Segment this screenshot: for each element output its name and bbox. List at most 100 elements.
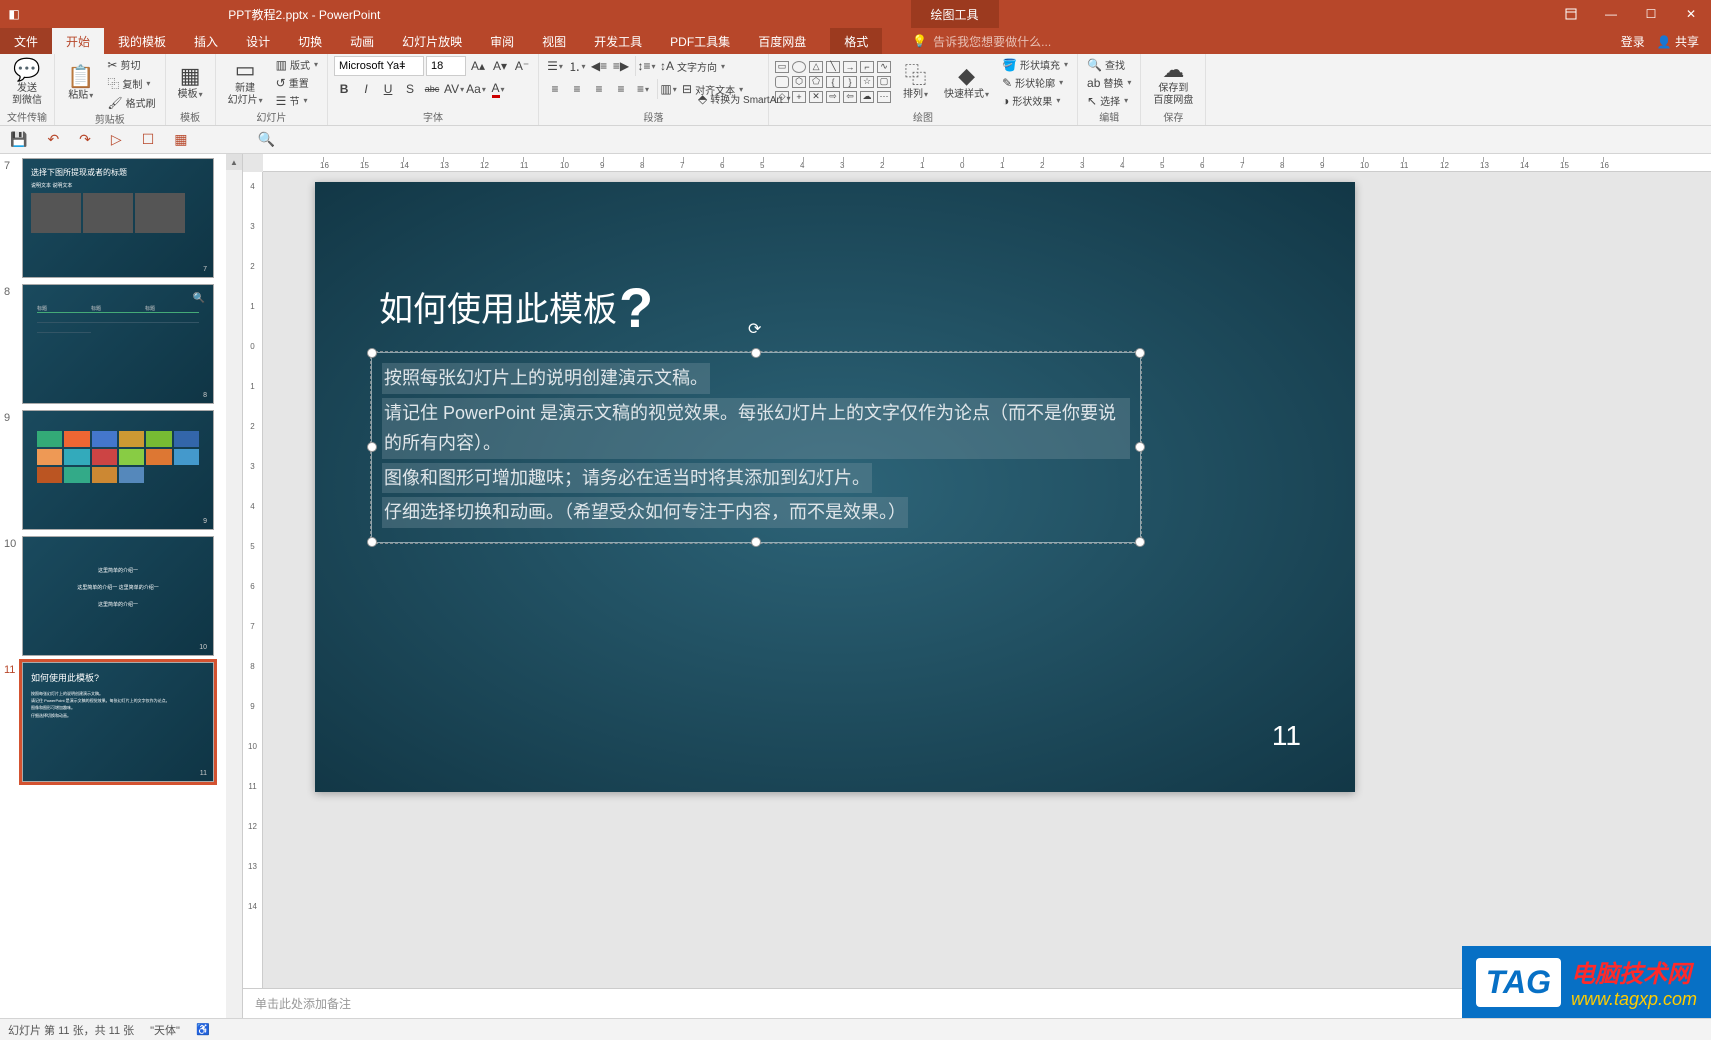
slide-thumbnail-panel[interactable]: 7选择下图所提现或者的标题说明文本 说明文本78🔍标题标题标题89910这里简单… [0, 154, 243, 1018]
textbox-line[interactable]: 图像和图形可增加趣味；请务必在适当时将其添加到幻灯片。 [382, 463, 872, 494]
resize-handle-tm[interactable] [751, 348, 761, 358]
select-button[interactable]: ↖选择 [1084, 92, 1134, 109]
textbox-line[interactable]: 请记住 PowerPoint 是演示文稿的视觉效果。每张幻灯片上的文字仅作为论点… [382, 398, 1130, 459]
shape-arrow-l[interactable]: ⇦ [843, 91, 857, 103]
shape-plus[interactable]: + [792, 91, 806, 103]
shape-arrow[interactable]: → [843, 61, 857, 73]
decrease-indent-button[interactable]: ◀≡ [589, 56, 609, 76]
thumbnail-preview[interactable]: 这里简单的介绍一这里简单的介绍一 这里简单的介绍一这里简单的介绍一10 [22, 536, 214, 656]
resize-handle-bm[interactable] [751, 537, 761, 547]
thumbnail-preview[interactable]: 9 [22, 410, 214, 530]
thumbnail-preview[interactable]: 选择下图所提现或者的标题说明文本 说明文本7 [22, 158, 214, 278]
columns-button[interactable]: ▥ [657, 79, 677, 99]
qat-zoom-selection[interactable]: 🔍 [257, 131, 274, 148]
italic-button[interactable]: I [356, 79, 376, 99]
align-right-button[interactable]: ≡ [589, 79, 609, 99]
resize-handle-tr[interactable] [1135, 348, 1145, 358]
thumbnail-slide-10[interactable]: 10这里简单的介绍一这里简单的介绍一 这里简单的介绍一这里简单的介绍一10 [4, 536, 238, 656]
format-painter-button[interactable]: 🖌格式刷 [104, 94, 158, 111]
tab-format[interactable]: 格式 [830, 28, 882, 54]
language-indicator[interactable]: "天体" [150, 1022, 180, 1038]
shape-triangle[interactable]: △ [809, 61, 823, 73]
rotate-handle[interactable]: ⟳ [748, 319, 764, 335]
tab-home[interactable]: 开始 [52, 28, 104, 54]
underline-button[interactable]: U [378, 79, 398, 99]
accessibility-check[interactable]: ♿ [196, 1023, 210, 1036]
tab-transitions[interactable]: 切换 [284, 28, 336, 54]
close-button[interactable]: ✕ [1671, 0, 1711, 28]
shape-elbow[interactable]: ⌐ [860, 61, 874, 73]
qat-insert-table[interactable]: ▦ [174, 131, 187, 148]
font-size-input[interactable] [426, 56, 466, 76]
distributed-button[interactable]: ≡ [633, 79, 653, 99]
text-direction-button[interactable]: ↕A文字方向 [657, 58, 728, 75]
shape-pent[interactable]: ⬠ [809, 76, 823, 88]
tab-my-template[interactable]: 我的模板 [104, 28, 180, 54]
tab-slideshow[interactable]: 幻灯片放映 [388, 28, 476, 54]
thumbnail-slide-7[interactable]: 7选择下图所提现或者的标题说明文本 说明文本7 [4, 158, 238, 278]
strikethrough-button[interactable]: abc [422, 79, 442, 99]
bold-button[interactable]: B [334, 79, 354, 99]
shape-hex[interactable]: ⬡ [792, 76, 806, 88]
shape-roundrect[interactable] [775, 76, 789, 88]
shape-oval[interactable] [792, 61, 806, 73]
increase-font-button[interactable]: A▴ [468, 56, 488, 76]
cut-button[interactable]: ✂剪切 [104, 56, 158, 73]
slide-counter[interactable]: 幻灯片 第 11 张，共 11 张 [8, 1022, 134, 1038]
ribbon-display-options[interactable] [1551, 0, 1591, 28]
shape-rbrace[interactable]: } [843, 76, 857, 88]
decrease-font-button[interactable]: A▾ [490, 56, 510, 76]
shape-line[interactable]: ╲ [826, 61, 840, 73]
shape-lbrace[interactable]: { [826, 76, 840, 88]
shape-fill-button[interactable]: 🪣形状填充 [999, 56, 1071, 73]
thumbnail-slide-9[interactable]: 99 [4, 410, 238, 530]
login-link[interactable]: 登录 [1621, 33, 1645, 50]
tab-design[interactable]: 设计 [232, 28, 284, 54]
copy-button[interactable]: ⿻复制 [104, 74, 158, 93]
template-button[interactable]: ▦ 模板 [172, 57, 209, 109]
shape-outline-button[interactable]: ✎形状轮廓 [999, 74, 1071, 91]
shape-curve[interactable]: ∿ [877, 61, 891, 73]
qat-start-from-beginning[interactable]: ▷ [111, 131, 122, 148]
tab-file[interactable]: 文件 [0, 28, 52, 54]
thumbnail-slide-8[interactable]: 8🔍标题标题标题8 [4, 284, 238, 404]
scroll-up-button[interactable]: ▲ [226, 154, 242, 170]
send-to-wechat-button[interactable]: 💬 发送 到微信 [6, 57, 48, 109]
shape-star[interactable]: ☆ [860, 76, 874, 88]
tab-view[interactable]: 视图 [528, 28, 580, 54]
shape-rect[interactable]: ▭ [775, 61, 789, 73]
qat-redo[interactable]: ↷ [79, 131, 91, 148]
layout-button[interactable]: ▥版式 [273, 56, 321, 73]
qat-touch-mode[interactable]: ☐ [142, 131, 155, 148]
new-slide-button[interactable]: ▭ 新建 幻灯片 [222, 57, 269, 109]
tell-me-search[interactable]: 💡 告诉我您想要做什么... [912, 28, 1051, 54]
minimize-button[interactable]: — [1591, 0, 1631, 28]
resize-handle-mr[interactable] [1135, 442, 1145, 452]
tab-developer[interactable]: 开发工具 [580, 28, 656, 54]
align-center-button[interactable]: ≡ [567, 79, 587, 99]
shape-arrow-r[interactable]: ⇨ [826, 91, 840, 103]
qat-undo[interactable]: ↶ [47, 131, 59, 148]
font-color-button[interactable]: A [488, 79, 508, 99]
replace-button[interactable]: ab替换 [1084, 74, 1134, 91]
tab-baidu-disk[interactable]: 百度网盘 [744, 28, 820, 54]
shape-callout[interactable]: ▢ [877, 76, 891, 88]
change-case-button[interactable]: Aa [466, 79, 486, 99]
save-to-baidu-button[interactable]: ☁ 保存到 百度网盘 [1147, 57, 1199, 109]
qat-save[interactable]: 💾 [10, 131, 27, 148]
convert-smartart-button[interactable]: ⬘转换为 SmartArt [695, 90, 793, 107]
tab-insert[interactable]: 插入 [180, 28, 232, 54]
shadow-button[interactable]: S [400, 79, 420, 99]
find-button[interactable]: 🔍查找 [1084, 56, 1134, 73]
align-left-button[interactable]: ≡ [545, 79, 565, 99]
section-button[interactable]: ☰节 [273, 92, 321, 109]
content-textbox[interactable]: ⟳ 按照每张幻灯片上的说明创建演示文稿。 请记住 PowerPoint 是演示文… [371, 352, 1141, 543]
vertical-ruler[interactable]: 432101234567891011121314 [243, 172, 263, 988]
arrange-button[interactable]: ⿻ 排列 [897, 57, 934, 109]
shape-cross[interactable]: ✕ [809, 91, 823, 103]
shape-cloud[interactable]: ☁ [860, 91, 874, 103]
thumbnail-scrollbar[interactable]: ▲ [226, 154, 242, 1018]
current-slide[interactable]: 如何使用此模板? ⟳ 按照每张幻灯片上的说明创建演示文稿。 请记住 Powe [315, 182, 1355, 792]
increase-indent-button[interactable]: ≡▶ [611, 56, 631, 76]
tab-pdf-tools[interactable]: PDF工具集 [656, 28, 744, 54]
